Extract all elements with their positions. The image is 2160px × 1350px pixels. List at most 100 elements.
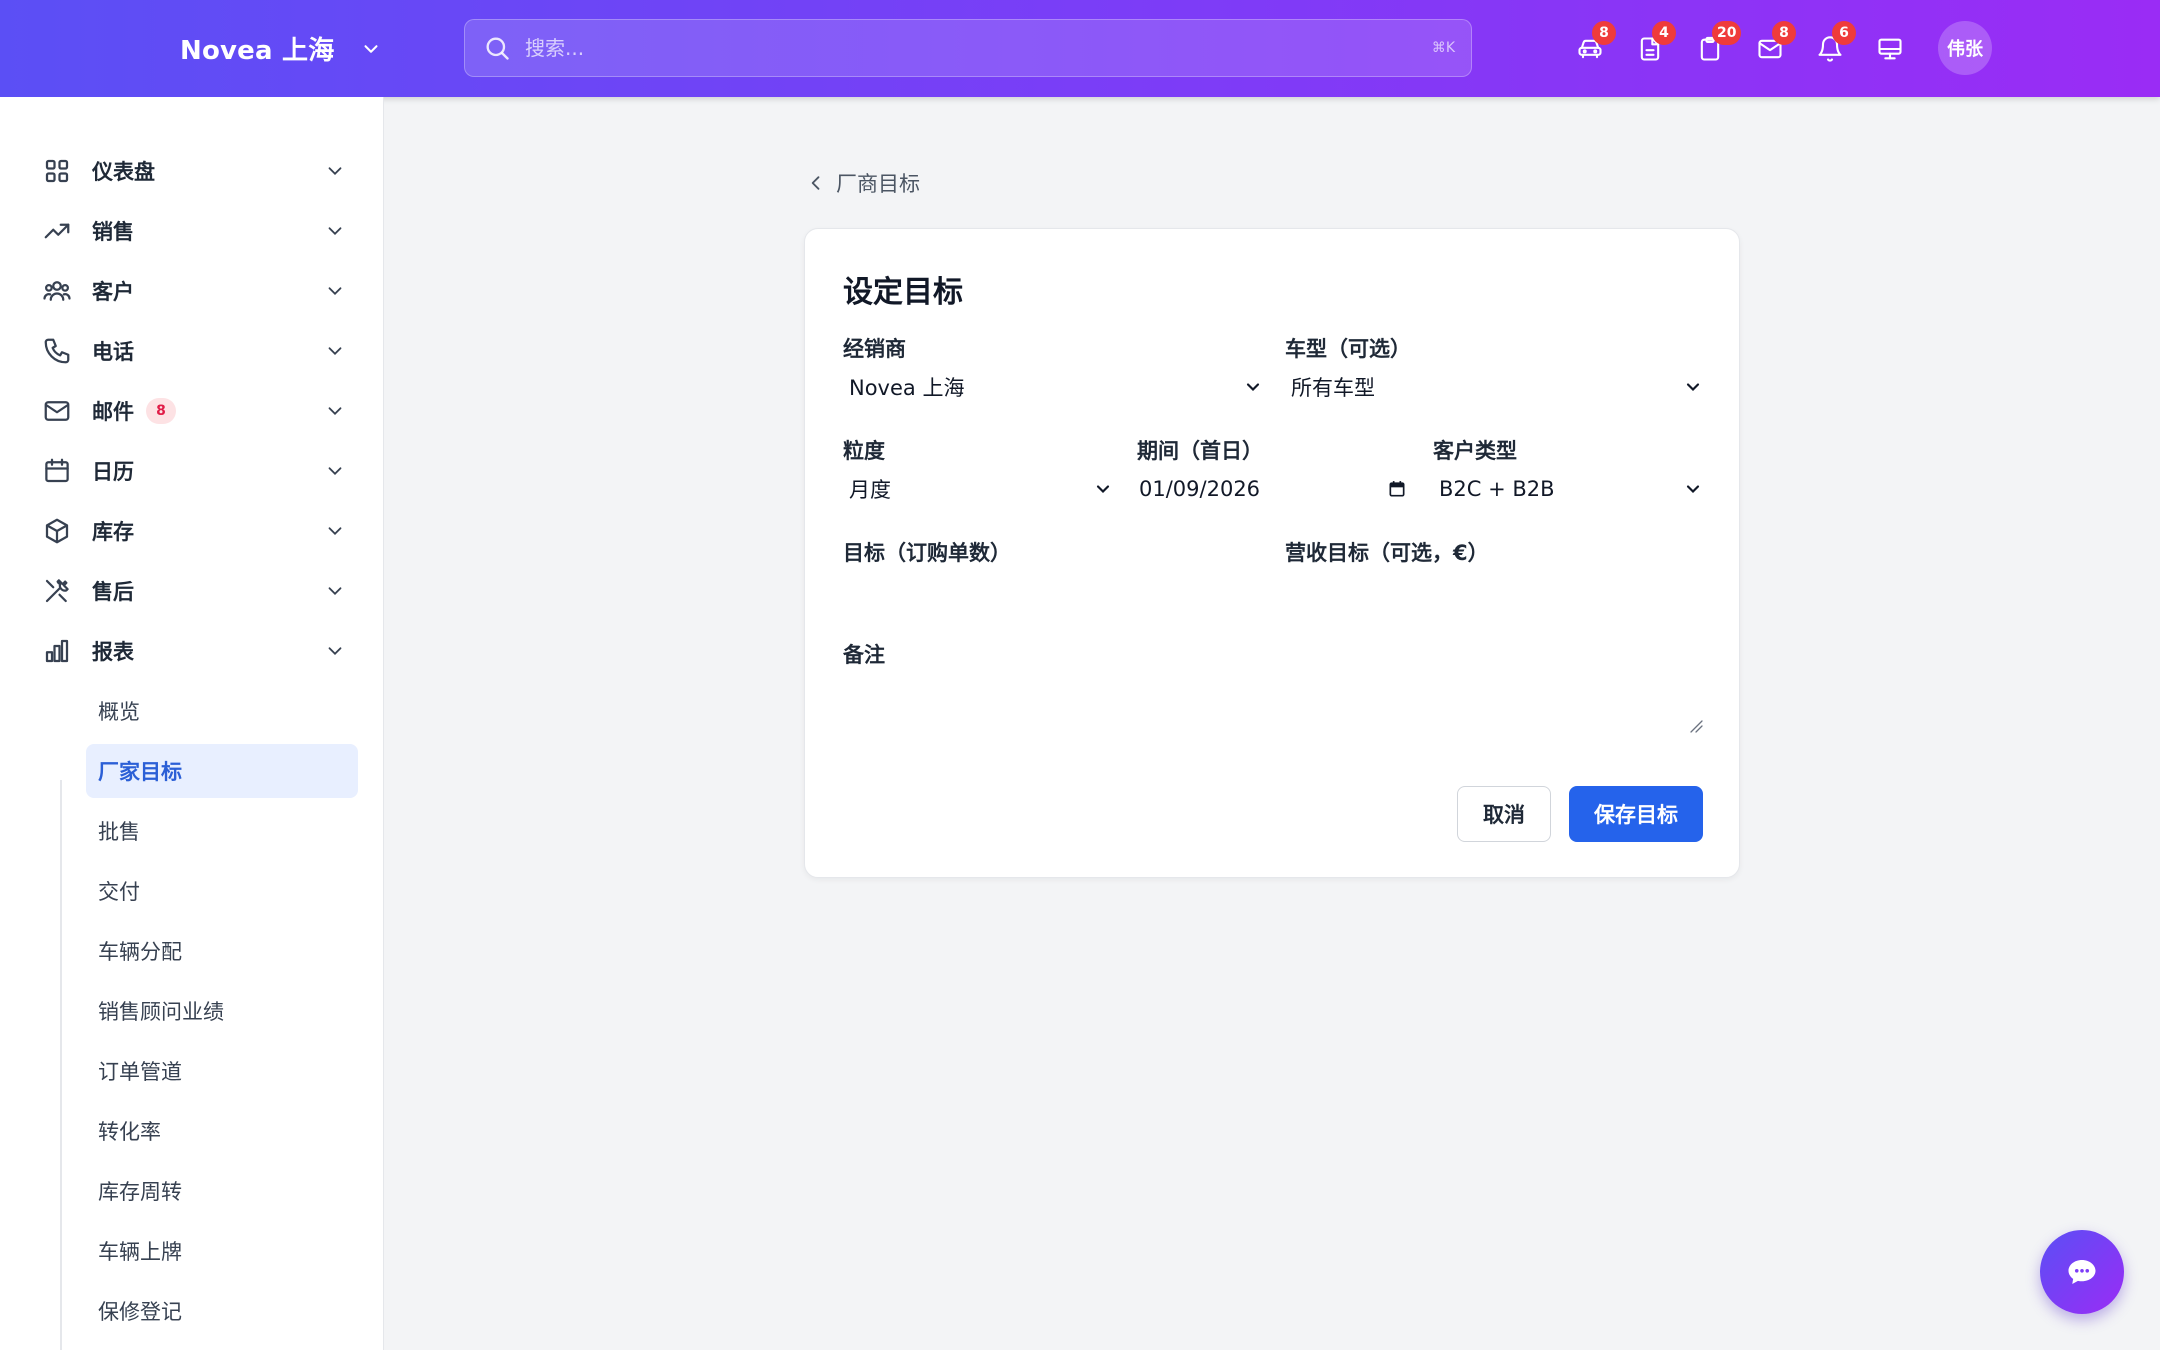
sub-item-wholesale[interactable]: 批售 bbox=[86, 804, 358, 858]
notification-badge: 6 bbox=[1832, 20, 1856, 45]
chevron-down-icon bbox=[328, 587, 342, 596]
trending-up-icon bbox=[44, 223, 70, 239]
sub-item-label: 转化率 bbox=[98, 1120, 161, 1144]
header-icons: 8 4 20 8 6 bbox=[1560, 0, 1920, 97]
sidebar-item-sales[interactable]: 销售 bbox=[36, 206, 356, 256]
model-value: 所有车型 bbox=[1291, 376, 1375, 400]
messages-button[interactable]: 8 bbox=[1740, 19, 1800, 79]
sub-item-warranty[interactable]: 保修登记 bbox=[86, 1284, 358, 1338]
notification-badge: 8 bbox=[1772, 20, 1796, 45]
save-target-button[interactable]: 保存目标 bbox=[1569, 786, 1703, 842]
sub-item-label: 销售顾问业绩 bbox=[98, 1000, 224, 1024]
sub-item-label: 批售 bbox=[98, 820, 140, 844]
cancel-button[interactable]: 取消 bbox=[1457, 786, 1551, 842]
sidebar-item-label: 客户 bbox=[92, 280, 134, 304]
notification-badge: 8 bbox=[1592, 20, 1616, 45]
granularity-select[interactable]: 月度 bbox=[843, 467, 1113, 511]
sidebar-item-dashboard[interactable]: 仪表盘 bbox=[36, 146, 356, 196]
search-icon bbox=[486, 37, 509, 60]
sub-item-label: 交付 bbox=[98, 880, 140, 904]
chevron-down-icon bbox=[328, 647, 342, 656]
top-header: Novea 上海 ⌘K 8 4 20 8 6 伟张 bbox=[0, 0, 2160, 97]
dealer-label: 经销商 bbox=[843, 337, 906, 361]
chevron-down-icon bbox=[1686, 383, 1700, 392]
display-button[interactable] bbox=[1860, 19, 1920, 79]
sidebar-item-phone[interactable]: 电话 bbox=[36, 326, 356, 376]
grid-icon bbox=[45, 159, 69, 183]
sub-item-label: 概览 bbox=[98, 700, 140, 724]
chat-button[interactable] bbox=[2040, 1230, 2124, 1314]
granularity-value: 月度 bbox=[849, 478, 891, 502]
chevron-down-icon bbox=[1686, 485, 1700, 494]
tasks-button[interactable]: 20 bbox=[1680, 19, 1742, 79]
sub-item-overview[interactable]: 概览 bbox=[86, 684, 358, 738]
sidebar-item-label: 售后 bbox=[92, 580, 134, 604]
calendar-icon bbox=[1389, 481, 1405, 497]
sub-item-label: 车辆分配 bbox=[98, 940, 182, 964]
documents-button[interactable]: 4 bbox=[1620, 19, 1680, 79]
phone-icon bbox=[44, 338, 70, 364]
sidebar-item-inventory[interactable]: 库存 bbox=[36, 506, 356, 556]
set-target-card: 设定目标 经销商 Novea 上海 车型（可选） 所有车型 粒度 月度 期间（首… bbox=[804, 228, 1740, 878]
car-notifications-button[interactable]: 8 bbox=[1560, 19, 1620, 79]
monitor-icon bbox=[1878, 38, 1902, 59]
tools-icon bbox=[45, 579, 69, 603]
search-shortcut: ⌘K bbox=[1431, 40, 1455, 56]
customer-type-select[interactable]: B2C + B2B bbox=[1433, 467, 1703, 511]
notification-badge: 4 bbox=[1652, 20, 1676, 45]
sidebar-item-label: 报表 bbox=[92, 640, 134, 664]
sub-item-allocation[interactable]: 车辆分配 bbox=[86, 924, 358, 978]
target-orders-label: 目标（订购单数） bbox=[843, 541, 1011, 565]
users-icon bbox=[43, 281, 71, 301]
sidebar-item-label: 库存 bbox=[92, 520, 134, 544]
dealer-select[interactable]: Novea 上海 bbox=[843, 365, 1263, 409]
sub-item-label: 保修登记 bbox=[98, 1300, 182, 1324]
box-icon bbox=[45, 518, 69, 544]
search-input[interactable] bbox=[525, 36, 1432, 60]
form-title: 设定目标 bbox=[843, 275, 963, 310]
granularity-label: 粒度 bbox=[843, 439, 885, 463]
model-select[interactable]: 所有车型 bbox=[1285, 365, 1703, 409]
notes-textarea[interactable] bbox=[843, 671, 1707, 757]
sub-item-delivery[interactable]: 交付 bbox=[86, 864, 358, 918]
chevron-down-icon bbox=[1096, 485, 1110, 494]
chevron-down-icon bbox=[328, 527, 342, 536]
sub-item-registration[interactable]: 车辆上牌 bbox=[86, 1224, 358, 1278]
target-orders-input[interactable] bbox=[843, 569, 1263, 619]
sub-item-stock-turnover[interactable]: 库存周转 bbox=[86, 1164, 358, 1218]
sidebar-item-aftersales[interactable]: 售后 bbox=[36, 566, 356, 616]
sub-item-oem-targets[interactable]: 厂家目标 bbox=[86, 744, 358, 798]
search-bar[interactable]: ⌘K bbox=[464, 19, 1472, 77]
sidebar: 仪表盘 销售 客户 电话 邮件 8 日历 库存 售后 报表 概览 厂家目标 批售… bbox=[0, 97, 384, 1350]
revenue-target-input[interactable] bbox=[1285, 569, 1703, 619]
sidebar-item-mail[interactable]: 邮件 8 bbox=[36, 386, 356, 436]
bar-chart-icon bbox=[45, 639, 69, 663]
period-date-input[interactable]: 01/09/2026 bbox=[1137, 467, 1407, 511]
mail-count-badge: 8 bbox=[146, 398, 176, 424]
submenu-divider bbox=[60, 780, 62, 1350]
sub-item-label: 车辆上牌 bbox=[98, 1240, 182, 1264]
sub-item-consultant-performance[interactable]: 销售顾问业绩 bbox=[86, 984, 358, 1038]
sub-item-conversion-rate[interactable]: 转化率 bbox=[86, 1104, 358, 1158]
user-avatar[interactable]: 伟张 bbox=[1938, 21, 1992, 75]
back-link[interactable]: 厂商目标 bbox=[806, 168, 920, 198]
model-label: 车型（可选） bbox=[1285, 337, 1411, 361]
chevron-left-icon bbox=[811, 176, 820, 190]
mail-icon bbox=[44, 401, 70, 421]
revenue-target-label: 营收目标（可选，€） bbox=[1285, 541, 1489, 565]
sidebar-item-reports[interactable]: 报表 bbox=[36, 626, 356, 676]
sub-item-order-pipeline[interactable]: 订单管道 bbox=[86, 1044, 358, 1098]
chevron-down-icon bbox=[364, 44, 378, 53]
calendar-icon bbox=[45, 458, 69, 483]
alerts-button[interactable]: 6 bbox=[1800, 19, 1860, 79]
sidebar-item-customers[interactable]: 客户 bbox=[36, 266, 356, 316]
sidebar-item-label: 销售 bbox=[92, 220, 134, 244]
chevron-down-icon bbox=[328, 227, 342, 236]
dealer-switcher[interactable]: Novea 上海 bbox=[180, 0, 382, 97]
sidebar-item-label: 电话 bbox=[92, 340, 134, 364]
customer-type-value: B2C + B2B bbox=[1439, 477, 1555, 501]
chevron-down-icon bbox=[328, 287, 342, 296]
period-label: 期间（首日） bbox=[1137, 439, 1263, 463]
sidebar-item-calendar[interactable]: 日历 bbox=[36, 446, 356, 496]
resize-handle-icon[interactable] bbox=[1689, 719, 1703, 733]
